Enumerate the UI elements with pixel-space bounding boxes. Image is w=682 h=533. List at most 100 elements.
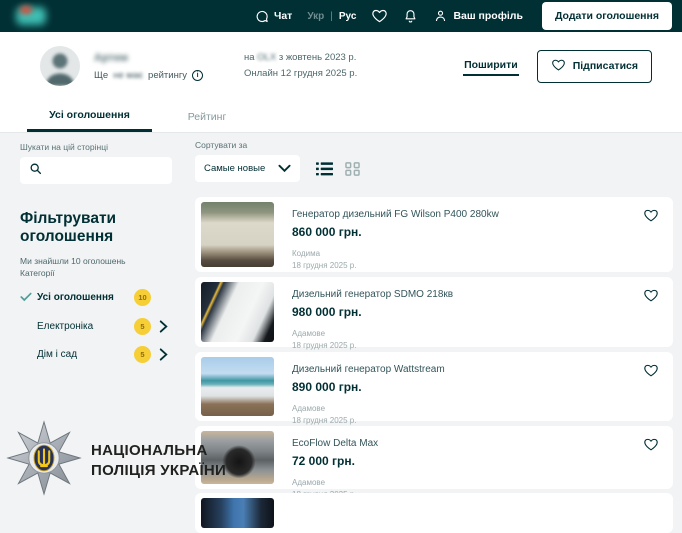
info-icon[interactable]: i: [192, 70, 203, 81]
search-icon: [29, 162, 42, 180]
category-home-garden[interactable]: Дім і сад 5: [20, 346, 172, 363]
police-watermark: НАЦІОНАЛЬНА ПОЛІЦІЯ УКРАЇНИ: [6, 420, 226, 501]
favorite-button[interactable]: [643, 208, 659, 223]
sort-select[interactable]: Самые новые: [195, 155, 300, 182]
listing-title[interactable]: Дизельний генератор Wattstream: [292, 364, 663, 375]
listing-title[interactable]: Дизельний генератор SDMO 218кв: [292, 289, 663, 300]
lang-ukr[interactable]: Укр: [307, 11, 324, 22]
category-label: Електроніка: [37, 321, 93, 332]
listing-photo: [201, 357, 274, 416]
listing-card[interactable]: Генератор дизельний FG Wilson P400 280kw…: [195, 197, 673, 272]
filter-title: Фільтрувати оголошення: [20, 210, 172, 246]
search-input[interactable]: [49, 165, 163, 176]
sort-label: Сортувати за: [195, 140, 673, 150]
chevron-right-icon: [158, 320, 172, 333]
listing-price: 860 000 грн.: [292, 225, 663, 239]
chat-icon: [254, 9, 269, 24]
bell-icon: [403, 8, 418, 24]
listing-location: Адамове: [292, 477, 663, 489]
seller-meta: на OLX з жовтень 2023 р. Онлайн 12 грудн…: [244, 50, 357, 82]
favorites-button[interactable]: [371, 8, 388, 24]
logo-blur-red: [20, 6, 32, 14]
profile-label: Ваш профіль: [453, 10, 523, 22]
category-label: Усі оголошення: [37, 292, 114, 303]
listing-photo: [201, 498, 274, 528]
grid-view-button[interactable]: [345, 162, 360, 176]
listing-location-date: Адамове 18 грудня 2025 р.: [292, 403, 663, 428]
count-badge: 5: [134, 318, 151, 335]
listing-card[interactable]: EcoFlow Delta Max 72 000 грн. Адамове 18…: [195, 426, 673, 489]
listing-location: Адамове: [292, 328, 663, 340]
chevron-right-icon: [158, 348, 172, 361]
tab-rating[interactable]: Рейтинг: [152, 100, 262, 132]
categories-label: Категорії: [20, 268, 172, 278]
seller-profile-section: Артем Ще не має рейтингу i на OLX з жовт…: [0, 32, 682, 100]
police-badge-icon: [6, 420, 82, 501]
listing-title[interactable]: Генератор дизельний FG Wilson P400 280kw: [292, 209, 663, 220]
rating-suffix: рейтингу: [148, 70, 187, 81]
category-label: Дім і сад: [37, 349, 77, 360]
police-watermark-text: НАЦІОНАЛЬНА ПОЛІЦІЯ УКРАЇНИ: [91, 441, 226, 480]
list-view-button[interactable]: [316, 162, 333, 176]
add-listing-button[interactable]: Додати оголошення: [542, 2, 672, 30]
olx-logo[interactable]: [14, 5, 62, 27]
category-electronics[interactable]: Електроніка 5: [20, 318, 172, 335]
listing-card-partial[interactable]: [195, 493, 673, 533]
notifications-button[interactable]: [403, 8, 418, 24]
listings-area: Сортувати за Самые новые Генератор дизел…: [195, 140, 673, 182]
favorite-button[interactable]: [643, 363, 659, 378]
listing-price: 980 000 грн.: [292, 305, 663, 319]
listing-location-date: Кодима 18 грудня 2025 р.: [292, 248, 663, 273]
listing-photo: [201, 202, 274, 267]
search-label: Шукати на цій сторінці: [20, 142, 172, 152]
count-badge: 10: [134, 289, 151, 306]
listing-card[interactable]: Дизельний генератор Wattstream 890 000 г…: [195, 352, 673, 421]
sort-selected-value: Самые новые: [204, 163, 265, 174]
chevron-down-icon: [278, 164, 291, 173]
count-badge: 5: [134, 346, 151, 363]
person-icon: [433, 8, 448, 24]
profile-button[interactable]: Ваш профіль: [433, 8, 523, 24]
listing-date: 18 грудня 2025 р.: [292, 340, 663, 352]
favorite-button[interactable]: [643, 437, 659, 452]
member-brand: OLX: [257, 52, 276, 63]
chat-label: Чат: [274, 10, 292, 22]
heart-icon: [371, 8, 388, 24]
subscribe-button[interactable]: Підписатися: [537, 50, 652, 83]
category-all-listings[interactable]: Усі оголошення 10: [20, 289, 172, 307]
listing-price: 72 000 грн.: [292, 454, 663, 468]
online-status-line: Онлайн 12 грудня 2025 р.: [244, 66, 357, 82]
lang-separator: |: [330, 11, 333, 22]
seller-name: Артем: [94, 52, 244, 64]
listing-location: Адамове: [292, 403, 663, 415]
profile-tabs: Усі оголошення Рейтинг: [0, 100, 682, 133]
watermark-line1: НАЦІОНАЛЬНА: [91, 441, 226, 461]
favorite-button[interactable]: [643, 288, 659, 303]
language-toggle[interactable]: Укр | Рус: [307, 11, 356, 22]
subscribe-label: Підписатися: [573, 60, 638, 72]
chat-button[interactable]: Чат: [254, 9, 292, 24]
rating-prefix: Ще: [94, 70, 108, 81]
lang-rus[interactable]: Рус: [339, 11, 357, 22]
member-prefix: на: [244, 52, 255, 63]
listing-location-date: Адамове 18 грудня 2025 р.: [292, 328, 663, 353]
heart-icon: [551, 58, 566, 75]
avatar: [40, 46, 80, 86]
listing-price: 890 000 грн.: [292, 380, 663, 394]
top-header: Чат Укр | Рус Ваш профіль Додати оголоше…: [0, 0, 682, 32]
listing-title[interactable]: EcoFlow Delta Max: [292, 438, 663, 449]
watermark-line2: ПОЛІЦІЯ УКРАЇНИ: [91, 461, 226, 481]
member-since-line: на OLX з жовтень 2023 р.: [244, 50, 357, 66]
tab-all-listings[interactable]: Усі оголошення: [27, 100, 152, 132]
listing-location: Кодима: [292, 248, 663, 260]
page-search-box[interactable]: [20, 157, 172, 184]
listing-photo: [201, 282, 274, 342]
listing-date: 18 грудня 2025 р.: [292, 260, 663, 272]
member-suffix: з жовтень 2023 р.: [279, 52, 357, 63]
results-count: Ми знайшли 10 оголошень: [20, 256, 172, 266]
rating-blurred: не має: [113, 70, 143, 81]
listing-card[interactable]: Дизельний генератор SDMO 218кв 980 000 г…: [195, 277, 673, 347]
filter-sidebar: Шукати на цій сторінці Фільтрувати оголо…: [20, 142, 172, 363]
share-button[interactable]: Поширити: [463, 57, 519, 76]
check-icon: [20, 289, 33, 307]
